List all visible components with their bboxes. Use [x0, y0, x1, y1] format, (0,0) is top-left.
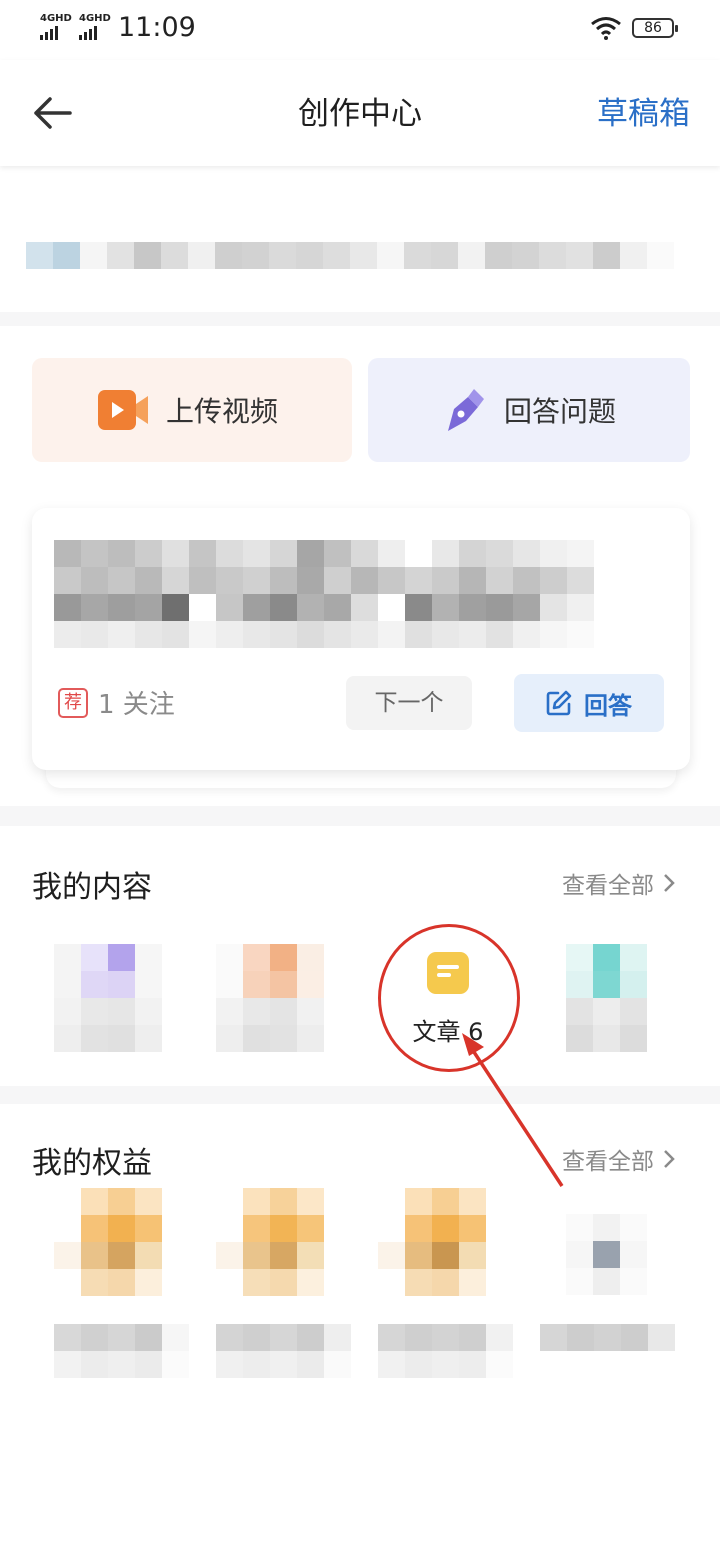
benefit-item-blurred-4[interactable]: [566, 1214, 647, 1295]
follow-count: 1 关注: [98, 690, 175, 720]
my-benefits-view-all[interactable]: 查看全部: [562, 1142, 676, 1176]
answer-button[interactable]: 回答: [514, 674, 664, 732]
signal-indicator-1: 4GHD: [40, 14, 72, 40]
benefit-item-blurred-1[interactable]: [54, 1188, 189, 1296]
content-item-blurred-1[interactable]: [54, 944, 162, 1052]
blurred-question-text: [54, 540, 648, 648]
annotation-circle: [378, 924, 520, 1072]
next-question-button[interactable]: 下一个: [346, 676, 472, 730]
edit-icon: [546, 690, 572, 716]
upload-video-button[interactable]: 上传视频: [32, 358, 352, 462]
recommended-badge: 荐: [58, 688, 88, 718]
blurred-stats-row: [26, 242, 674, 269]
battery-indicator: 86: [632, 18, 678, 38]
pen-nib-icon: [448, 389, 484, 431]
status-bar: 4GHD 4GHD 11:09 86: [0, 0, 720, 60]
video-camera-icon: [98, 390, 148, 430]
answer-button-label: 回答: [584, 691, 632, 720]
drafts-button[interactable]: 草稿箱: [597, 88, 690, 133]
view-all-label: 查看全部: [562, 873, 654, 899]
benefit-item-blurred-3[interactable]: [378, 1188, 513, 1296]
my-content-view-all[interactable]: 查看全部: [562, 866, 676, 900]
upload-video-label: 上传视频: [166, 395, 279, 428]
status-time: 11:09: [118, 12, 196, 43]
benefit-labels-blurred: [54, 1324, 675, 1378]
chevron-right-icon: [664, 874, 675, 892]
stats-card: [0, 166, 720, 312]
chevron-right-icon: [664, 1150, 675, 1168]
my-benefits-title: 我的权益: [32, 1146, 152, 1181]
nav-bar: 创作中心 草稿箱: [0, 60, 720, 166]
view-all-label: 查看全部: [562, 1149, 654, 1175]
answer-question-button[interactable]: 回答问题: [368, 358, 690, 462]
wifi-icon: [591, 17, 621, 40]
signal-indicator-2: 4GHD: [79, 14, 111, 40]
content-item-blurred-4[interactable]: [566, 944, 647, 1052]
content-item-blurred-2[interactable]: [216, 944, 324, 1052]
benefit-item-blurred-2[interactable]: [216, 1188, 351, 1296]
answer-question-label: 回答问题: [504, 395, 617, 428]
my-content-title: 我的内容: [32, 870, 152, 905]
